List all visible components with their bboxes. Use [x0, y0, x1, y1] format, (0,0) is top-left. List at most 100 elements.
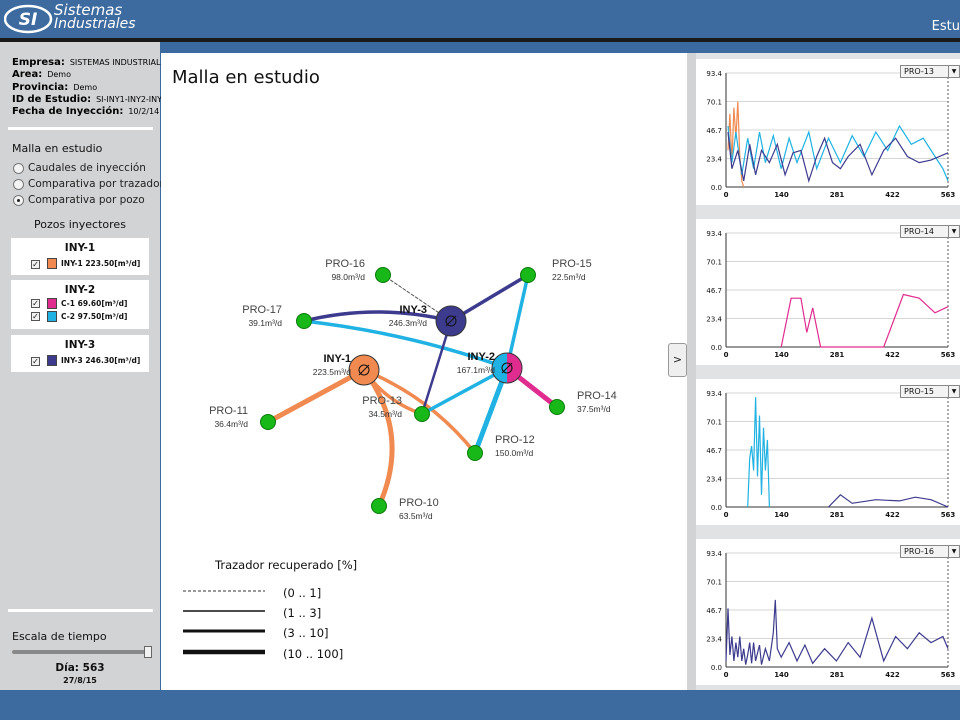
x-tick-label: 563: [941, 351, 956, 359]
day-date: 27/8/15: [63, 676, 97, 685]
well-pro-12: PRO-12 150.0m³/d: [467, 434, 535, 461]
radio-button-selected[interactable]: [13, 194, 24, 206]
info-provincia: Provincia: Demo: [12, 82, 97, 93]
x-tick-label: 422: [885, 511, 900, 519]
sidebar-divider: [8, 609, 153, 612]
color-swatch[interactable]: [47, 298, 57, 309]
y-tick-label: 46.7: [706, 607, 722, 615]
x-tick-label: 281: [830, 191, 845, 199]
radio-button[interactable]: [13, 178, 24, 190]
well-label: PRO-17: [242, 304, 282, 316]
checkbox[interactable]: ✓: [31, 312, 40, 321]
injector-row-label: C-1 69.60[m³/d]: [61, 299, 128, 308]
legend-label: (3 .. 10]: [283, 626, 329, 640]
y-tick-label: 0.0: [711, 344, 722, 352]
well-select-value: PRO-14: [904, 227, 934, 236]
connection-line: [302, 310, 453, 323]
color-swatch[interactable]: [47, 258, 57, 269]
well-flow: 98.0m³/d: [331, 272, 365, 282]
x-tick-label: 0: [724, 351, 729, 359]
chevron-down-icon[interactable]: ▼: [948, 546, 959, 557]
injector-card-iny-1: INY-1 ✓ INY-1 223.50[m³/d]: [11, 238, 149, 275]
x-tick-label: 140: [774, 671, 789, 679]
well-iny-3: INY-3 246.3m³/d: [389, 304, 467, 337]
well-label: PRO-13: [362, 395, 402, 407]
info-key: Provincia:: [12, 82, 69, 93]
well-select[interactable]: PRO-14 ▼: [900, 225, 960, 238]
y-tick-label: 0.0: [711, 184, 722, 192]
well-pro-17: PRO-17 39.1m³/d: [242, 304, 312, 329]
radio-comparativa-trazador[interactable]: Comparativa por trazador: [13, 178, 164, 190]
well-select[interactable]: PRO-16 ▼: [900, 545, 960, 558]
checkbox[interactable]: ✓: [31, 260, 40, 269]
y-tick-label: 70.1: [706, 419, 722, 427]
well-select[interactable]: PRO-15 ▼: [900, 385, 960, 398]
info-empresa: Empresa: SISTEMAS INDUSTRIALES: [12, 57, 171, 68]
producer-marker: [375, 267, 391, 283]
time-slider-thumb[interactable]: [144, 646, 152, 658]
color-swatch[interactable]: [47, 355, 57, 366]
producer-marker: [520, 267, 536, 283]
well-flow: 63.5m³/d: [399, 511, 433, 521]
producer-marker: [260, 414, 276, 430]
x-tick-label: 563: [941, 511, 956, 519]
chevron-down-icon[interactable]: ▼: [948, 386, 959, 397]
well-flow: 39.1m³/d: [248, 318, 282, 328]
checkbox[interactable]: ✓: [31, 357, 40, 366]
producer-marker: [467, 445, 483, 461]
color-swatch[interactable]: [47, 311, 57, 322]
chart-panel-2: 93.4 70.1 46.7 23.4 0.0 0 140 281 422 563 PRO-14 ▼: [696, 219, 960, 365]
radio-button[interactable]: [13, 162, 24, 174]
chart-panel-3: 93.4 70.1 46.7 23.4 0.0 0 140 281 422 563 PRO-15 ▼: [696, 379, 960, 525]
chart: 93.4 70.1 46.7 23.4 0.00 140 281 422 563: [706, 70, 956, 199]
series-line: [747, 397, 770, 508]
info-key: ID de Estudio:: [12, 94, 92, 105]
y-tick-label: 0.0: [711, 664, 722, 672]
injector-card-iny-3: INY-3 ✓ INY-3 246.30[m³/d]: [11, 335, 149, 372]
well-flow: 22.5m³/d: [552, 272, 586, 282]
radio-caudales[interactable]: Caudales de inyección: [13, 162, 146, 174]
app-header: SI Sistemas Industriales Estu: [0, 0, 960, 38]
well-flow: 246.3m³/d: [389, 318, 428, 328]
y-tick-label: 70.1: [706, 579, 722, 587]
sidebar: Empresa: SISTEMAS INDUSTRIALES Area: Demo …: [0, 42, 171, 690]
collapse-charts-button[interactable]: >: [668, 343, 687, 377]
well-label: PRO-12: [495, 434, 535, 446]
info-value: Demo: [73, 83, 98, 92]
x-tick-label: 0: [724, 511, 729, 519]
y-tick-label: 23.4: [706, 316, 722, 324]
producer-marker: [414, 406, 430, 422]
radio-comparativa-pozo[interactable]: Comparativa por pozo: [13, 194, 145, 206]
checkbox[interactable]: ✓: [31, 299, 40, 308]
radio-label: Comparativa por trazador: [28, 178, 164, 190]
injector-row: INY-3 246.30[m³/d]: [47, 355, 140, 366]
injector-title: INY-3: [64, 339, 96, 351]
injector-row-label: INY-1 223.50[m³/d]: [61, 259, 141, 268]
logo-text: SI: [19, 10, 38, 30]
well-label: INY-1: [323, 353, 351, 365]
well-label: INY-2: [467, 351, 495, 363]
radio-label: Comparativa por pozo: [28, 194, 145, 206]
section-title-escala: Escala de tiempo: [12, 630, 107, 643]
x-tick-label: 563: [941, 671, 956, 679]
info-value: SI-INY1-INY2-INY3: [96, 95, 168, 104]
chevron-down-icon[interactable]: ▼: [948, 66, 959, 77]
y-tick-label: 23.4: [706, 476, 722, 484]
injector-row-label: INY-3 246.30[m³/d]: [61, 356, 141, 365]
x-tick-label: 422: [885, 351, 900, 359]
time-slider-track[interactable]: [12, 650, 152, 654]
info-area: Area: Demo: [12, 69, 71, 80]
x-tick-label: 281: [830, 511, 845, 519]
well-label: PRO-16: [325, 258, 365, 270]
chevron-down-icon[interactable]: ▼: [948, 226, 959, 237]
panel-divider: [687, 53, 696, 690]
x-tick-label: 422: [885, 671, 900, 679]
well-label: PRO-10: [399, 497, 439, 509]
chart: 93.4 70.1 46.7 23.4 0.00 140 281 422 563: [706, 550, 956, 679]
info-key: Empresa:: [12, 57, 65, 68]
info-id-estudio: ID de Estudio: SI-INY1-INY2-INY3: [12, 94, 167, 105]
x-tick-label: 422: [885, 191, 900, 199]
well-select[interactable]: PRO-13 ▼: [900, 65, 960, 78]
x-tick-label: 563: [941, 191, 956, 199]
y-tick-label: 93.4: [706, 230, 722, 238]
